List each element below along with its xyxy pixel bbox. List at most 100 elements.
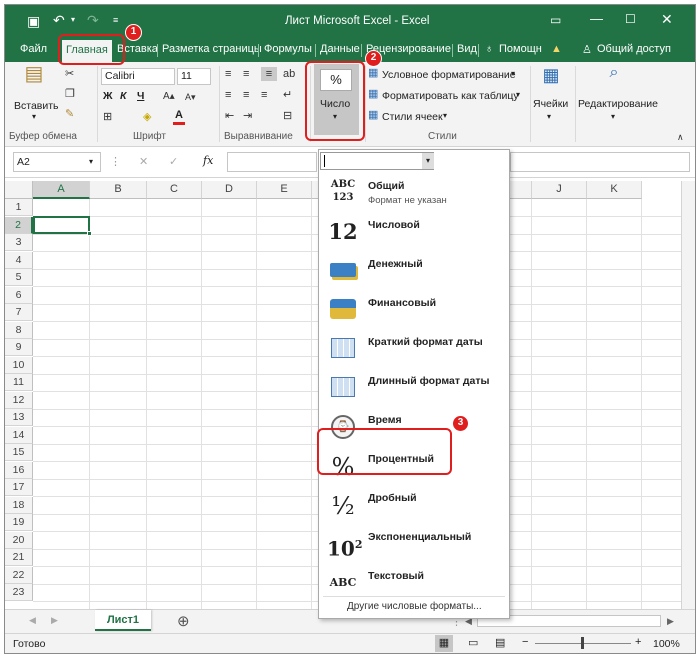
editing-dropdown-icon[interactable]: ▾	[611, 112, 615, 121]
undo-dropdown-icon[interactable]: ▾	[71, 15, 75, 24]
maximize-icon[interactable]: ☐	[625, 12, 636, 26]
column-header[interactable]: K	[587, 181, 642, 199]
row-header[interactable]: 1	[5, 199, 33, 216]
orientation-icon[interactable]: ab	[283, 67, 295, 81]
customize-icon[interactable]: ≡	[113, 15, 118, 25]
row-header[interactable]: 2	[5, 216, 33, 234]
row-header[interactable]: 13	[5, 409, 33, 426]
row-header[interactable]: 5	[5, 269, 33, 286]
row-header[interactable]: 12	[5, 391, 33, 409]
h-scroll-right-icon[interactable]: ▶	[667, 616, 674, 627]
normal-view-icon[interactable]: ▦	[435, 635, 453, 652]
name-box[interactable]: A2	[13, 152, 101, 172]
underline-button[interactable]: Ч	[137, 90, 144, 102]
font-name-box[interactable]: Calibri	[101, 68, 175, 85]
cancel-icon[interactable]: ✕	[139, 155, 148, 168]
row-header[interactable]: 18	[5, 496, 33, 514]
name-box-dropdown-icon[interactable]: ▾	[89, 157, 93, 166]
share-button[interactable]: Общий доступ	[597, 43, 671, 55]
vertical-scrollbar[interactable]	[681, 181, 695, 609]
indent-decrease-icon[interactable]: ⇤	[225, 109, 234, 123]
font-color-icon[interactable]: A	[173, 108, 185, 125]
format-long-date[interactable]: Длинный формат даты	[319, 369, 509, 407]
row-header[interactable]: 22	[5, 566, 33, 584]
page-break-view-icon[interactable]: ▤	[495, 636, 505, 649]
row-header[interactable]: 10	[5, 356, 33, 374]
collapse-ribbon-icon[interactable]: ∧	[677, 130, 684, 144]
row-header[interactable]: 9	[5, 339, 33, 356]
column-header[interactable]: A	[33, 181, 90, 199]
font-grow-icon[interactable]: A▴	[163, 90, 175, 104]
enter-icon[interactable]: ✓	[169, 155, 178, 168]
align-bottom-icon[interactable]: ≡	[261, 67, 277, 81]
column-header[interactable]: J	[532, 181, 587, 199]
column-header[interactable]: E	[257, 181, 312, 199]
indent-increase-icon[interactable]: ⇥	[243, 109, 252, 123]
row-header[interactable]: 21	[5, 549, 33, 566]
tab-formulas[interactable]: Формулы	[264, 43, 312, 55]
scroll-right-icon[interactable]: ▶	[51, 615, 58, 626]
row-header[interactable]: 7	[5, 304, 33, 321]
paste-dropdown-icon[interactable]: ▾	[32, 112, 36, 121]
zoom-level[interactable]: 100%	[653, 638, 680, 650]
copy-icon[interactable]: ❐	[65, 87, 75, 101]
merge-icon[interactable]: ⊟	[283, 109, 292, 123]
row-header[interactable]: 8	[5, 321, 33, 339]
column-header[interactable]: C	[147, 181, 202, 199]
align-center-icon[interactable]: ≡	[243, 88, 249, 102]
format-short-date[interactable]: Краткий формат даты	[319, 330, 509, 368]
align-middle-icon[interactable]: ≡	[243, 67, 249, 81]
selected-cell-a2[interactable]	[33, 216, 90, 234]
cond-format-dropdown-icon[interactable]: ▾	[511, 69, 515, 78]
row-header[interactable]: 4	[5, 251, 33, 269]
format-accounting[interactable]: Финансовый	[319, 291, 509, 329]
format-fraction[interactable]: ½ Дробный	[319, 486, 509, 524]
column-header[interactable]: B	[90, 181, 147, 199]
cell-styles-dropdown-icon[interactable]: ▾	[443, 111, 447, 120]
undo-icon[interactable]: ↶	[53, 12, 65, 29]
format-painter-icon[interactable]: ✎	[65, 107, 74, 121]
row-header[interactable]: 19	[5, 514, 33, 531]
font-size-box[interactable]: 11	[177, 68, 211, 85]
row-header[interactable]: 20	[5, 531, 33, 549]
minimize-icon[interactable]: —	[590, 11, 603, 26]
ribbon-display-icon[interactable]: ▭	[550, 13, 561, 27]
row-header[interactable]: 3	[5, 234, 33, 251]
row-header[interactable]: 15	[5, 444, 33, 461]
sheet-tab-list1[interactable]: Лист1	[95, 610, 151, 631]
bold-button[interactable]: Ж	[103, 90, 113, 102]
tab-view[interactable]: Вид	[457, 43, 477, 55]
combobox-dropdown-icon[interactable]: ▾	[422, 153, 434, 169]
page-layout-view-icon[interactable]: ▭	[468, 636, 478, 649]
zoom-slider[interactable]	[535, 637, 631, 649]
align-right-icon[interactable]: ≡	[261, 88, 267, 102]
scroll-left-icon[interactable]: ◀	[29, 615, 36, 626]
format-table-dropdown-icon[interactable]: ▾	[516, 90, 520, 99]
tell-me-box[interactable]: Помощн	[499, 43, 542, 55]
more-number-formats-link[interactable]: Другие числовые форматы...	[347, 601, 482, 612]
cond-format-button[interactable]: Условное форматирование	[382, 69, 516, 81]
italic-button[interactable]: К	[120, 90, 126, 102]
cell-styles-button[interactable]: Стили ячеек	[382, 111, 443, 123]
column-header[interactable]: D	[202, 181, 257, 199]
save-icon[interactable]: ▣	[27, 13, 40, 30]
cells-dropdown-icon[interactable]: ▾	[547, 112, 551, 121]
cut-icon[interactable]: ✂	[65, 67, 74, 81]
paste-button[interactable]: Вставить	[14, 100, 59, 112]
fill-handle[interactable]	[87, 231, 92, 236]
select-all-corner[interactable]	[5, 181, 33, 199]
row-header[interactable]: 17	[5, 479, 33, 496]
zoom-slider-thumb[interactable]	[581, 637, 584, 649]
close-icon[interactable]: ✕	[661, 11, 673, 28]
row-header[interactable]: 11	[5, 374, 33, 391]
add-sheet-button[interactable]: ⊕	[177, 612, 190, 630]
font-shrink-icon[interactable]: A▾	[185, 90, 196, 104]
row-header[interactable]: 23	[5, 584, 33, 601]
format-table-button[interactable]: Форматировать как таблицу	[382, 90, 519, 102]
align-top-icon[interactable]: ≡	[225, 67, 231, 81]
row-header[interactable]: 16	[5, 461, 33, 479]
cells-button[interactable]: Ячейки	[533, 98, 568, 110]
tab-file[interactable]: Файл	[20, 43, 47, 55]
row-header[interactable]: 6	[5, 286, 33, 304]
formula-input-right[interactable]	[510, 152, 690, 172]
